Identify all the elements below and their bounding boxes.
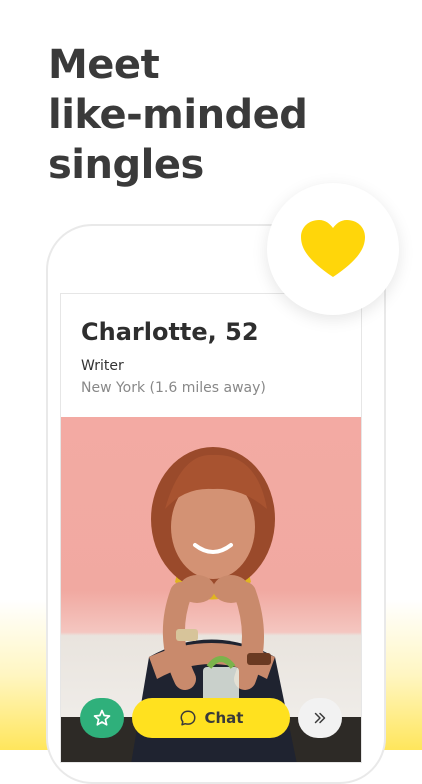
profile-name-age: Charlotte, 52 <box>81 318 259 346</box>
headline-line-1: Meet <box>48 42 160 88</box>
profile-location: New York (1.6 miles away) <box>81 380 266 396</box>
star-icon <box>93 709 111 726</box>
profile-occupation: Writer <box>81 358 124 374</box>
chat-button-label: Chat <box>204 709 244 727</box>
headline-line-3: singles <box>48 142 204 188</box>
headline: Meet like-minded singles <box>48 40 308 190</box>
chat-button[interactable]: Chat <box>132 698 290 738</box>
profile-card[interactable]: Charlotte, 52 Writer New York (1.6 miles… <box>60 293 362 763</box>
headline-line-2: like-minded <box>48 92 308 138</box>
double-chevron-right-icon <box>314 712 326 724</box>
profile-action-bar: Chat <box>0 698 422 740</box>
like-heart-badge <box>267 183 399 315</box>
favorite-button[interactable] <box>80 698 124 738</box>
chat-bubble-icon <box>180 710 195 726</box>
heart-icon <box>301 220 365 277</box>
skip-button[interactable] <box>298 698 342 738</box>
